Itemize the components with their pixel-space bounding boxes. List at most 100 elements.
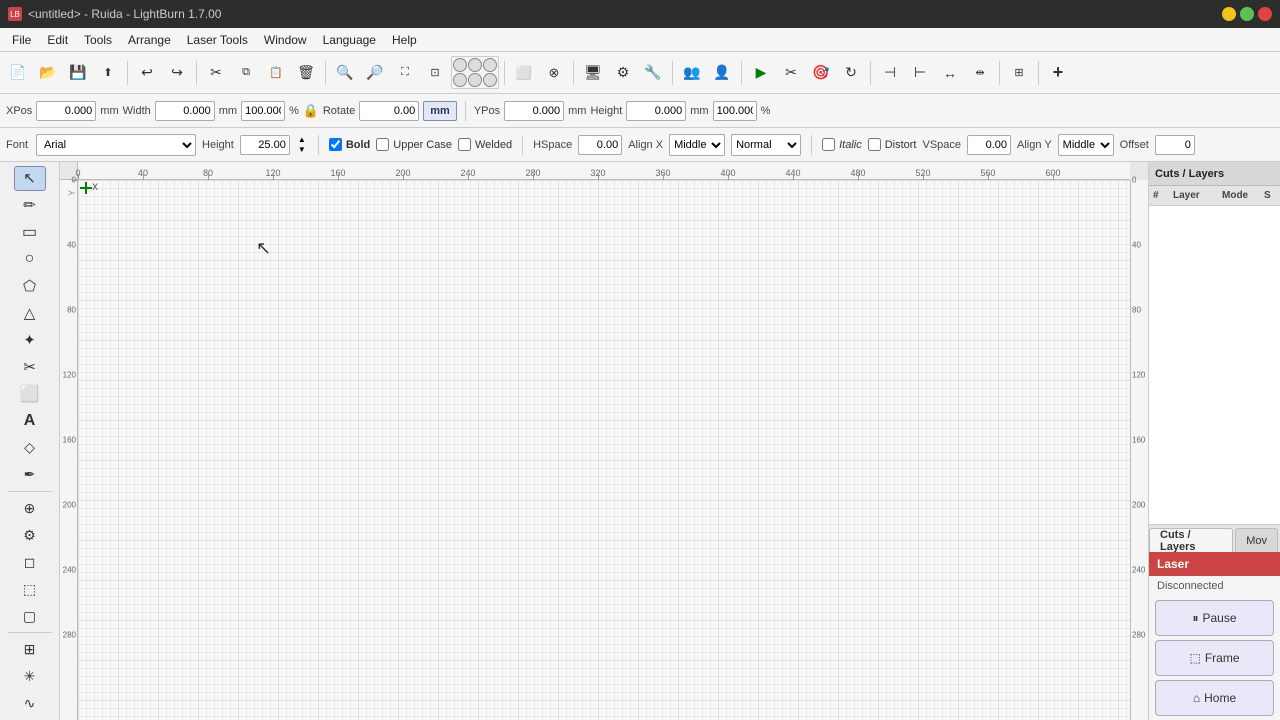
pause-button[interactable]: ⏸ Pause bbox=[1155, 600, 1274, 636]
tab-cuts-layers[interactable]: Cuts / Layers bbox=[1149, 528, 1233, 552]
shape-circle6[interactable] bbox=[483, 73, 497, 87]
cut-tool-btn[interactable]: ✂ bbox=[14, 354, 46, 379]
font-height-input[interactable] bbox=[240, 135, 290, 155]
menu-edit[interactable]: Edit bbox=[39, 31, 76, 49]
rect-tool-btn[interactable]: ▭ bbox=[14, 220, 46, 245]
height-up-arrow[interactable]: ▲ bbox=[298, 135, 308, 145]
font-select[interactable]: Arial bbox=[36, 134, 196, 156]
distort-check-group[interactable]: Distort bbox=[868, 138, 917, 151]
grid-tool-btn[interactable]: ⊞ bbox=[14, 637, 46, 662]
save-file-button[interactable]: 💾 bbox=[64, 59, 92, 87]
home-button[interactable]: ⌂ Home bbox=[1155, 680, 1274, 716]
welded-check-group[interactable]: Welded bbox=[458, 138, 512, 151]
minimize-btn[interactable] bbox=[1222, 7, 1236, 21]
menu-help[interactable]: Help bbox=[384, 31, 425, 49]
upper-case-check-group[interactable]: Upper Case bbox=[376, 138, 452, 151]
frame-button[interactable]: ⬚ Frame bbox=[1155, 640, 1274, 676]
lock-icon[interactable]: 🔒 bbox=[303, 101, 319, 121]
offset-input[interactable] bbox=[1155, 135, 1195, 155]
redo-button[interactable]: ↪ bbox=[163, 59, 191, 87]
shape-circle1[interactable] bbox=[453, 58, 467, 72]
cut-button[interactable]: ✂ bbox=[202, 59, 230, 87]
delete-button[interactable]: 🗑 bbox=[292, 59, 320, 87]
menu-arrange[interactable]: Arrange bbox=[120, 31, 179, 49]
align-h-button[interactable]: ↔ bbox=[936, 59, 964, 87]
star-tool-btn[interactable]: ✦ bbox=[14, 328, 46, 353]
shape-circle4[interactable] bbox=[453, 73, 467, 87]
distribute-button[interactable]: ⇹ bbox=[966, 59, 994, 87]
user-group-button[interactable]: 👥 bbox=[678, 59, 706, 87]
tools-button[interactable]: 🔧 bbox=[639, 59, 667, 87]
canvas-area[interactable]: 0 40 80 120 160 200 240 280 320 360 bbox=[60, 162, 1148, 720]
maximize-btn[interactable] bbox=[1240, 7, 1254, 21]
polygon-tool-btn[interactable]: ⬠ bbox=[14, 274, 46, 299]
rotate-cw-button[interactable]: ↻ bbox=[837, 59, 865, 87]
zoom-fit-button[interactable]: ⛶ bbox=[391, 59, 419, 87]
menu-window[interactable]: Window bbox=[256, 31, 315, 49]
rect2-tool-btn[interactable]: ▢ bbox=[14, 604, 46, 629]
vspace-input[interactable] bbox=[967, 135, 1011, 155]
align-left-button[interactable]: ⊣ bbox=[876, 59, 904, 87]
grid-array-button[interactable]: ⊞ bbox=[1005, 59, 1033, 87]
cursor-tool-btn[interactable]: ↖ bbox=[14, 166, 46, 191]
tab-move[interactable]: Mov bbox=[1235, 528, 1278, 552]
bold-check-group[interactable]: Bold bbox=[329, 138, 370, 151]
welded-checkbox[interactable] bbox=[458, 138, 471, 151]
xpos-input[interactable] bbox=[36, 101, 96, 121]
zoom-window-button[interactable]: ⊡ bbox=[421, 59, 449, 87]
width-pct-input[interactable] bbox=[241, 101, 285, 121]
settings-button[interactable]: ⚙ bbox=[609, 59, 637, 87]
italic-check-group[interactable]: Italic bbox=[822, 138, 862, 151]
ypos-input[interactable] bbox=[504, 101, 564, 121]
italic-checkbox[interactable] bbox=[822, 138, 835, 151]
undo-button[interactable]: ↩ bbox=[133, 59, 161, 87]
select-rect-button[interactable]: ⬜ bbox=[510, 59, 538, 87]
shape-circle5[interactable] bbox=[468, 73, 482, 87]
pen-tool-btn[interactable]: ✒ bbox=[14, 462, 46, 487]
shape-circle3[interactable] bbox=[483, 58, 497, 72]
pin-tool-btn[interactable]: ◇ bbox=[14, 435, 46, 460]
circle-grid-tool-btn[interactable]: ⊕ bbox=[14, 496, 46, 521]
play-button[interactable]: ▶ bbox=[747, 59, 775, 87]
menu-file[interactable]: File bbox=[4, 31, 39, 49]
plus-button[interactable]: + bbox=[1044, 59, 1072, 87]
shape-circle2[interactable] bbox=[468, 58, 482, 72]
align-x-select[interactable]: MiddleLeftRight bbox=[669, 134, 725, 156]
close-btn[interactable] bbox=[1258, 7, 1272, 21]
open-file-button[interactable]: 📂 bbox=[34, 59, 62, 87]
text-tool-btn[interactable]: A bbox=[14, 408, 46, 433]
menu-language[interactable]: Language bbox=[315, 31, 384, 49]
shape-tool-btn[interactable]: ◻ bbox=[14, 550, 46, 575]
distort-checkbox[interactable] bbox=[868, 138, 881, 151]
pencil-tool-btn[interactable]: ✏ bbox=[14, 193, 46, 218]
ellipse-tool-btn[interactable]: ○ bbox=[14, 247, 46, 272]
frame2-tool-btn[interactable]: ⬚ bbox=[14, 577, 46, 602]
align-y-select[interactable]: MiddleTopBottom bbox=[1058, 134, 1114, 156]
menu-laser-tools[interactable]: Laser Tools bbox=[179, 31, 256, 49]
triangle-tool-btn[interactable]: △ bbox=[14, 301, 46, 326]
paste-button[interactable]: 📋 bbox=[262, 59, 290, 87]
upper-case-checkbox[interactable] bbox=[376, 138, 389, 151]
node-edit-button[interactable]: ⊗ bbox=[540, 59, 568, 87]
starburst-tool-btn[interactable]: ✳ bbox=[14, 664, 46, 689]
gear-tool-btn[interactable]: ⚙ bbox=[14, 523, 46, 548]
zoom-in-button[interactable]: 🔍 bbox=[331, 59, 359, 87]
cut2-button[interactable]: ✂ bbox=[777, 59, 805, 87]
target-button[interactable]: 🎯 bbox=[807, 59, 835, 87]
select-rect-tool-btn[interactable]: ⬜ bbox=[14, 381, 46, 406]
canvas-inner[interactable]: X ↖ bbox=[78, 180, 1130, 720]
hspace-input[interactable] bbox=[578, 135, 622, 155]
height-pct-input[interactable] bbox=[713, 101, 757, 121]
height-down-arrow[interactable]: ▼ bbox=[298, 145, 308, 155]
new-file-button[interactable]: 📄 bbox=[4, 59, 32, 87]
export-button[interactable]: ⬆ bbox=[94, 59, 122, 87]
align-right-button[interactable]: ⊢ bbox=[906, 59, 934, 87]
menu-tools[interactable]: Tools bbox=[76, 31, 120, 49]
zoom-out-button[interactable]: 🔎 bbox=[361, 59, 389, 87]
height-input[interactable] bbox=[626, 101, 686, 121]
width-input[interactable] bbox=[155, 101, 215, 121]
monitor-button[interactable]: 🖥 bbox=[579, 59, 607, 87]
normal-select[interactable]: Normal bbox=[731, 134, 801, 156]
wave-tool-btn[interactable]: ∿ bbox=[14, 691, 46, 716]
rotate-input[interactable] bbox=[359, 101, 419, 121]
